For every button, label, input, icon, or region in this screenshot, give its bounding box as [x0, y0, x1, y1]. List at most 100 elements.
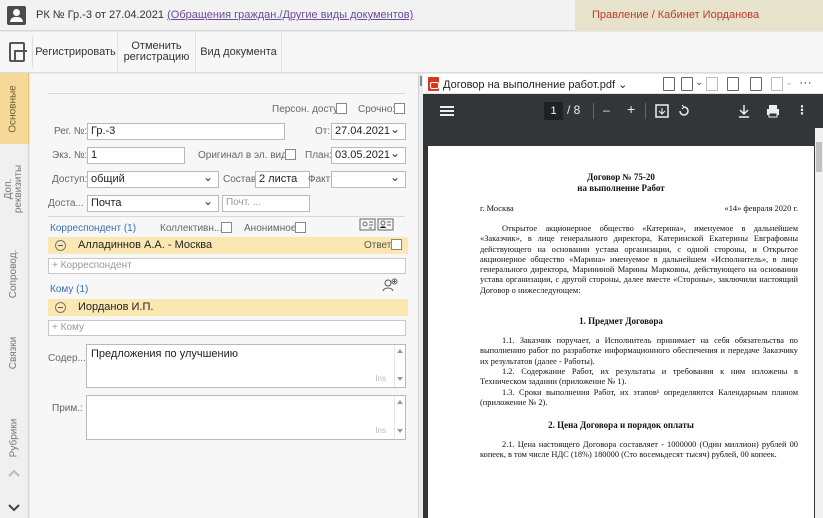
add-correspondent-field[interactable]: + Корреспондент — [48, 258, 406, 274]
pdf-scrollbar[interactable] — [815, 128, 823, 518]
document-title: РК № Гр.-3 от 27.04.2021 (Обращения граж… — [36, 9, 413, 21]
postal-id-field[interactable]: Почт. ... — [222, 195, 310, 212]
doc-place-date: г. Москва «14» февраля 2020 г. — [480, 204, 798, 213]
original-electronic-checkbox[interactable] — [285, 149, 296, 160]
doc-intro-paragraph: Открытое акционерное общество «Катерина»… — [480, 224, 798, 295]
tab-accompanying[interactable]: Сопровод. — [0, 238, 29, 310]
more-options-icon[interactable]: ⋯ — [799, 75, 812, 91]
menu-icon[interactable] — [440, 106, 454, 116]
side-tabs: Основные Доп. реквизиты Сопровод. Связки… — [0, 73, 29, 518]
page-number-input[interactable]: 1 — [544, 102, 563, 120]
cabinet-label: Правление / Кабинет Иорданова — [592, 9, 760, 21]
collective-checkbox[interactable] — [221, 222, 232, 233]
chevron-down-icon[interactable] — [8, 501, 20, 513]
add-person-icon[interactable] — [382, 278, 398, 292]
textarea-scrollbar[interactable] — [394, 396, 405, 439]
note-textarea[interactable]: Ins — [86, 395, 406, 440]
add-recipient-field[interactable]: + Кому — [48, 320, 406, 336]
cancel-registration-button[interactable]: Отменить регистрацию — [118, 32, 196, 72]
answer-checkbox[interactable] — [391, 239, 402, 250]
collective-label: Коллективн... — [160, 223, 223, 234]
reg-no-label: Рег. №: — [54, 126, 88, 137]
chevron-down-icon[interactable]: ⌄ — [695, 77, 703, 88]
divider — [48, 93, 405, 94]
zoom-in-icon[interactable]: + — [627, 101, 635, 117]
file-settings-icon[interactable] — [681, 77, 693, 91]
content-textarea[interactable]: Предложения по улучшению Ins — [86, 344, 406, 388]
recipients-section-label[interactable]: Кому (1) — [50, 284, 88, 295]
recipient-row[interactable]: Иорданов И.П. — [48, 299, 408, 316]
answer-label: Ответ: — [364, 240, 395, 251]
print-icon[interactable] — [766, 104, 780, 118]
title-bar: РК № Гр.-3 от 27.04.2021 (Обращения граж… — [0, 0, 823, 31]
toolbar-divider — [32, 36, 33, 68]
doc-subheading: на выполнение Работ — [577, 183, 665, 193]
export-file-icon[interactable] — [727, 77, 739, 91]
composition-field[interactable]: 2 листа — [255, 171, 310, 188]
delivery-select[interactable]: Почта — [87, 195, 219, 212]
note-label: Прим.: — [52, 403, 83, 414]
zoom-out-icon[interactable]: – — [603, 103, 610, 117]
doc-paragraph: 1.2. Содержание Работ, их результаты и т… — [480, 367, 798, 387]
plan-label: План: — [305, 150, 332, 161]
user-card-icon[interactable] — [7, 6, 26, 25]
composition-label: Состав: — [223, 174, 259, 185]
doc-heading: Договор № 75-20 — [587, 172, 655, 182]
from-label: От: — [315, 126, 331, 137]
tab-rubrics[interactable]: Рубрики — [0, 398, 29, 478]
divider — [48, 216, 405, 217]
access-select[interactable]: общий — [87, 171, 219, 188]
tab-main[interactable]: Основные — [0, 73, 29, 144]
file-select[interactable]: Договор на выполнение работ.pdf ⌄ — [443, 78, 627, 91]
collapse-icon[interactable] — [55, 240, 66, 251]
register-button[interactable]: Регистрировать — [34, 32, 118, 72]
page-total: / 8 — [567, 103, 581, 117]
address-book-icon[interactable] — [359, 217, 376, 232]
edit-file-icon — [706, 77, 718, 91]
pdf-viewer: 1 / 8 – + ⋮ Договор № 75-20 на выполнени… — [423, 94, 823, 518]
pdf-file-icon — [428, 77, 439, 91]
rotate-icon[interactable] — [677, 104, 691, 118]
doc-title-text: РК № Гр.-3 от 27.04.2021 — [36, 9, 168, 21]
more-vertical-icon[interactable]: ⋮ — [796, 103, 808, 117]
reg-no-field[interactable]: Гр.-3 — [87, 123, 285, 140]
scan-icon[interactable] — [663, 77, 675, 91]
download-icon[interactable] — [738, 104, 750, 118]
cabinet-panel[interactable]: Правление / Кабинет Иорданова — [575, 0, 823, 31]
toolbar-divider — [645, 103, 646, 119]
collapse-icon[interactable] — [55, 302, 66, 313]
chevron-up-icon[interactable] — [8, 468, 20, 480]
access-label: Доступ: — [52, 174, 88, 185]
content-text: Предложения по улучшению — [91, 348, 239, 360]
fact-date-picker[interactable] — [331, 171, 406, 188]
urgent-checkbox[interactable] — [394, 103, 405, 114]
doc-paragraph: 1.3. Сроки выполнения Работ, их этапов¹ … — [480, 388, 798, 408]
document-type-button[interactable]: Вид документа — [196, 32, 282, 72]
organization-card-icon[interactable] — [377, 217, 394, 232]
textarea-scrollbar[interactable] — [394, 345, 405, 387]
exit-icon[interactable] — [9, 42, 27, 62]
file-bar: Договор на выполнение работ.pdf ⌄ ⌄ ⌄ ⋯ — [423, 74, 823, 94]
scrollbar-thumb[interactable] — [816, 142, 822, 172]
doc-type-link[interactable]: (Обращения граждан./Другие виды документ… — [167, 9, 413, 21]
anonymous-checkbox[interactable] — [295, 222, 306, 233]
copy-no-field[interactable]: 1 — [87, 147, 185, 164]
correspondent-section-label[interactable]: Корреспондент (1) — [50, 223, 136, 234]
original-electronic-label: Оригинал в эл. виде: — [198, 150, 296, 161]
document-preview-panel: Договор на выполнение работ.pdf ⌄ ⌄ ⌄ ⋯ … — [423, 74, 823, 518]
download-file-icon[interactable] — [750, 77, 762, 91]
from-date-picker[interactable]: 27.04.2021 — [331, 123, 406, 140]
pdf-page: Договор № 75-20 на выполнение Работ г. М… — [428, 146, 814, 518]
chevron-down-icon: ⌄ — [785, 77, 794, 88]
delivery-label: Доста... — [48, 198, 84, 209]
content-label: Содер... — [48, 353, 86, 364]
fit-page-icon[interactable] — [655, 104, 669, 118]
correspondent-row[interactable]: Алладиннов А.А. - Москва Ответ: — [48, 237, 408, 254]
tab-links[interactable]: Связки — [0, 313, 29, 393]
personal-access-checkbox[interactable] — [336, 103, 347, 114]
tab-extra-requisites[interactable]: Доп. реквизиты — [0, 147, 29, 231]
pdf-toolbar: 1 / 8 – + ⋮ — [423, 94, 823, 128]
recipient-name: Иорданов И.П. — [78, 301, 154, 313]
copy-no-label: Экз. №: — [52, 150, 88, 161]
plan-date-picker[interactable]: 03.05.2021 — [331, 147, 406, 164]
